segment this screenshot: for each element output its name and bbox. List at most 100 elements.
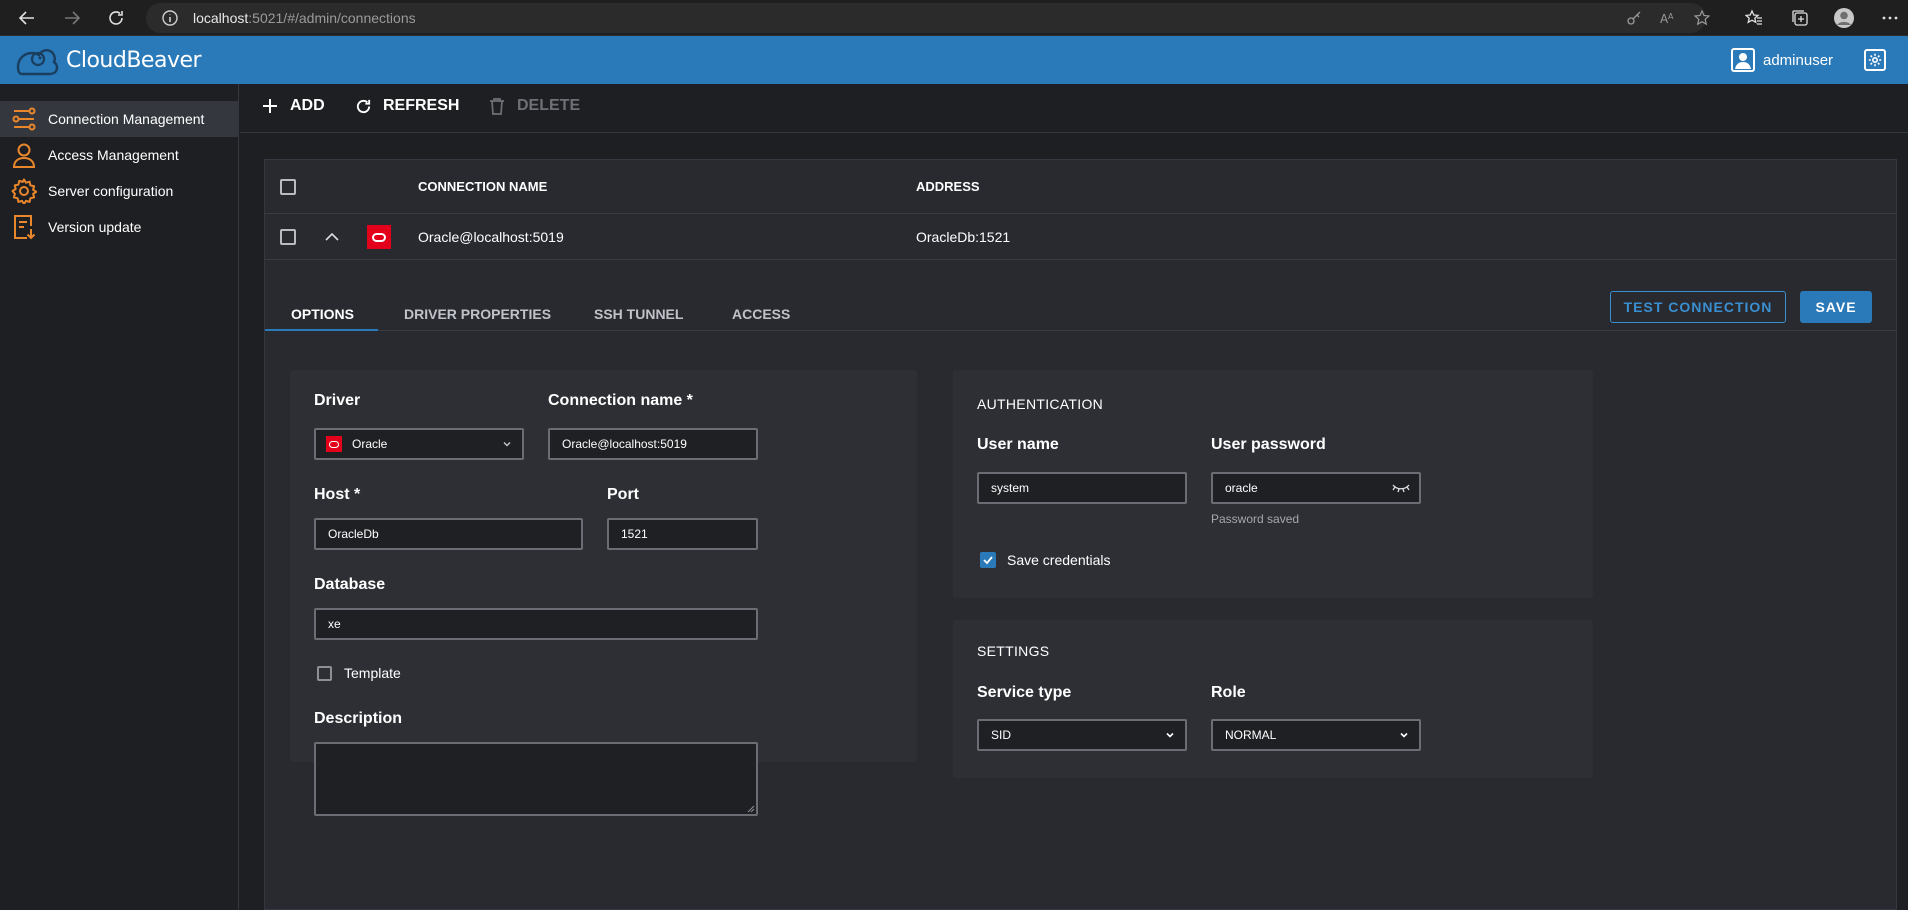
cloudbeaver-logo[interactable]: CloudBeaver: [14, 42, 202, 78]
connection-name-value: Oracle@localhost:5019: [562, 437, 687, 451]
user-menu[interactable]: adminuser: [1731, 48, 1833, 72]
chevron-down-icon: [1166, 732, 1174, 738]
admin-sidebar: Connection Management Access Management …: [0, 84, 239, 910]
user-name-input[interactable]: system: [977, 472, 1187, 504]
url-host: localhost: [193, 10, 249, 26]
resize-handle-icon[interactable]: [747, 805, 755, 813]
database-label: Database: [314, 576, 386, 593]
template-checkbox[interactable]: [317, 666, 332, 681]
sidebar-item-label: Version update: [48, 219, 142, 235]
browser-toolbar: localhost:5021/#/admin/connections AA: [0, 0, 1908, 36]
oracle-db-icon: [367, 225, 391, 249]
read-aloud-icon[interactable]: AA: [1660, 10, 1676, 26]
url-path: :5021/#/admin/connections: [248, 10, 416, 26]
refresh-button-label: REFRESH: [383, 97, 460, 114]
row-select-checkbox[interactable]: [280, 229, 296, 245]
trash-icon: [487, 96, 507, 116]
user-name-value: system: [991, 481, 1030, 495]
connection-name-cell: Oracle@localhost:5019: [418, 229, 564, 245]
settings-gear-icon[interactable]: [1864, 49, 1886, 71]
port-value: 1521: [621, 527, 648, 541]
connection-name-input[interactable]: Oracle@localhost:5019: [548, 428, 758, 460]
host-input[interactable]: OracleDb: [314, 518, 583, 550]
profile-avatar-icon[interactable]: [1832, 6, 1856, 30]
authentication-title: AUTHENTICATION: [977, 396, 1104, 412]
select-all-checkbox[interactable]: [280, 179, 296, 195]
refresh-button[interactable]: REFRESH: [353, 96, 459, 116]
test-connection-button[interactable]: TEST CONNECTION: [1610, 291, 1786, 323]
column-header-connection-name[interactable]: CONNECTION NAME: [418, 179, 547, 194]
connections-icon: [11, 106, 37, 132]
database-input[interactable]: xe: [314, 608, 758, 640]
connections-toolbar: ADD REFRESH DELETE: [240, 84, 1908, 133]
table-row[interactable]: Oracle@localhost:5019 OracleDb:1521: [265, 214, 1896, 260]
service-type-value: SID: [991, 728, 1012, 742]
connection-tabs: OPTIONS DRIVER PROPERTIES SSH TUNNEL ACC…: [265, 261, 1896, 331]
chevron-down-icon: [1400, 732, 1408, 738]
delete-button[interactable]: DELETE: [487, 96, 580, 116]
sidebar-item-server-configuration[interactable]: Server configuration: [0, 173, 239, 209]
user-password-label: User password: [1211, 436, 1326, 453]
tab-options[interactable]: OPTIONS: [291, 306, 354, 322]
collections-icon[interactable]: [1788, 6, 1812, 30]
key-icon[interactable]: [1626, 10, 1642, 26]
sidebar-item-access-management[interactable]: Access Management: [0, 137, 239, 173]
column-header-address[interactable]: ADDRESS: [916, 179, 980, 194]
tab-ssh-tunnel[interactable]: SSH TUNNEL: [594, 306, 683, 322]
port-input[interactable]: 1521: [607, 518, 758, 550]
add-button[interactable]: ADD: [260, 96, 325, 116]
address-bar[interactable]: localhost:5021/#/admin/connections AA: [146, 3, 1710, 33]
sidebar-item-version-update[interactable]: Version update: [0, 209, 239, 245]
driver-select[interactable]: Oracle: [314, 428, 524, 460]
tab-driver-properties[interactable]: DRIVER PROPERTIES: [404, 306, 551, 322]
more-options-icon[interactable]: [1878, 6, 1902, 30]
sidebar-item-connection-management[interactable]: Connection Management: [0, 101, 239, 137]
save-button[interactable]: SAVE: [1800, 291, 1872, 323]
back-icon[interactable]: [15, 6, 39, 30]
user-access-icon: [11, 142, 37, 168]
description-textarea[interactable]: [314, 742, 758, 816]
settings-panel: SETTINGS Service type SID Role NORMAL: [953, 620, 1593, 778]
driver-label: Driver: [314, 392, 361, 409]
chevron-up-icon[interactable]: [323, 228, 341, 246]
reload-icon[interactable]: [104, 6, 128, 30]
options-panel: Driver Oracle Connection name * Oracle@l…: [290, 370, 917, 816]
connections-table: CONNECTION NAME ADDRESS Oracle@localhost…: [264, 159, 1897, 910]
role-select[interactable]: NORMAL: [1211, 719, 1421, 751]
template-label: Template: [344, 665, 401, 681]
user-name-label: User name: [977, 436, 1059, 453]
role-value: NORMAL: [1225, 728, 1277, 742]
oracle-driver-icon: [326, 436, 342, 452]
favorite-add-icon[interactable]: [1694, 10, 1710, 26]
password-saved-hint: Password saved: [1211, 512, 1300, 526]
table-header: CONNECTION NAME ADDRESS: [265, 160, 1896, 214]
save-credentials-label: Save credentials: [1007, 552, 1111, 568]
checkmark-icon: [983, 556, 993, 565]
authentication-panel: AUTHENTICATION User name system User pas…: [953, 370, 1593, 598]
delete-button-label: DELETE: [517, 97, 581, 114]
svg-text:A: A: [1668, 12, 1674, 21]
eye-closed-icon[interactable]: [1391, 481, 1411, 495]
role-label: Role: [1211, 684, 1246, 701]
chevron-down-icon: [503, 442, 511, 447]
service-type-select[interactable]: SID: [977, 719, 1187, 751]
sidebar-item-label: Server configuration: [48, 183, 174, 199]
tab-access[interactable]: ACCESS: [732, 306, 790, 322]
app-header: CloudBeaver adminuser: [0, 36, 1908, 84]
plus-icon: [260, 96, 280, 116]
sidebar-item-label: Connection Management: [48, 111, 205, 127]
favorites-icon[interactable]: [1742, 6, 1766, 30]
address-cell: OracleDb:1521: [916, 229, 1011, 245]
port-label: Port: [607, 486, 639, 503]
url-text: localhost:5021/#/admin/connections: [193, 10, 416, 26]
settings-title: SETTINGS: [977, 643, 1050, 659]
version-update-icon: [11, 214, 37, 240]
user-password-input[interactable]: oracle: [1211, 472, 1421, 504]
info-icon[interactable]: [162, 10, 178, 26]
add-button-label: ADD: [290, 97, 325, 114]
gear-icon: [11, 178, 37, 204]
forward-icon[interactable]: [60, 6, 84, 30]
user-icon: [1731, 48, 1755, 72]
save-credentials-checkbox[interactable]: [980, 552, 996, 568]
main-content: CONNECTION NAME ADDRESS Oracle@localhost…: [240, 134, 1908, 910]
